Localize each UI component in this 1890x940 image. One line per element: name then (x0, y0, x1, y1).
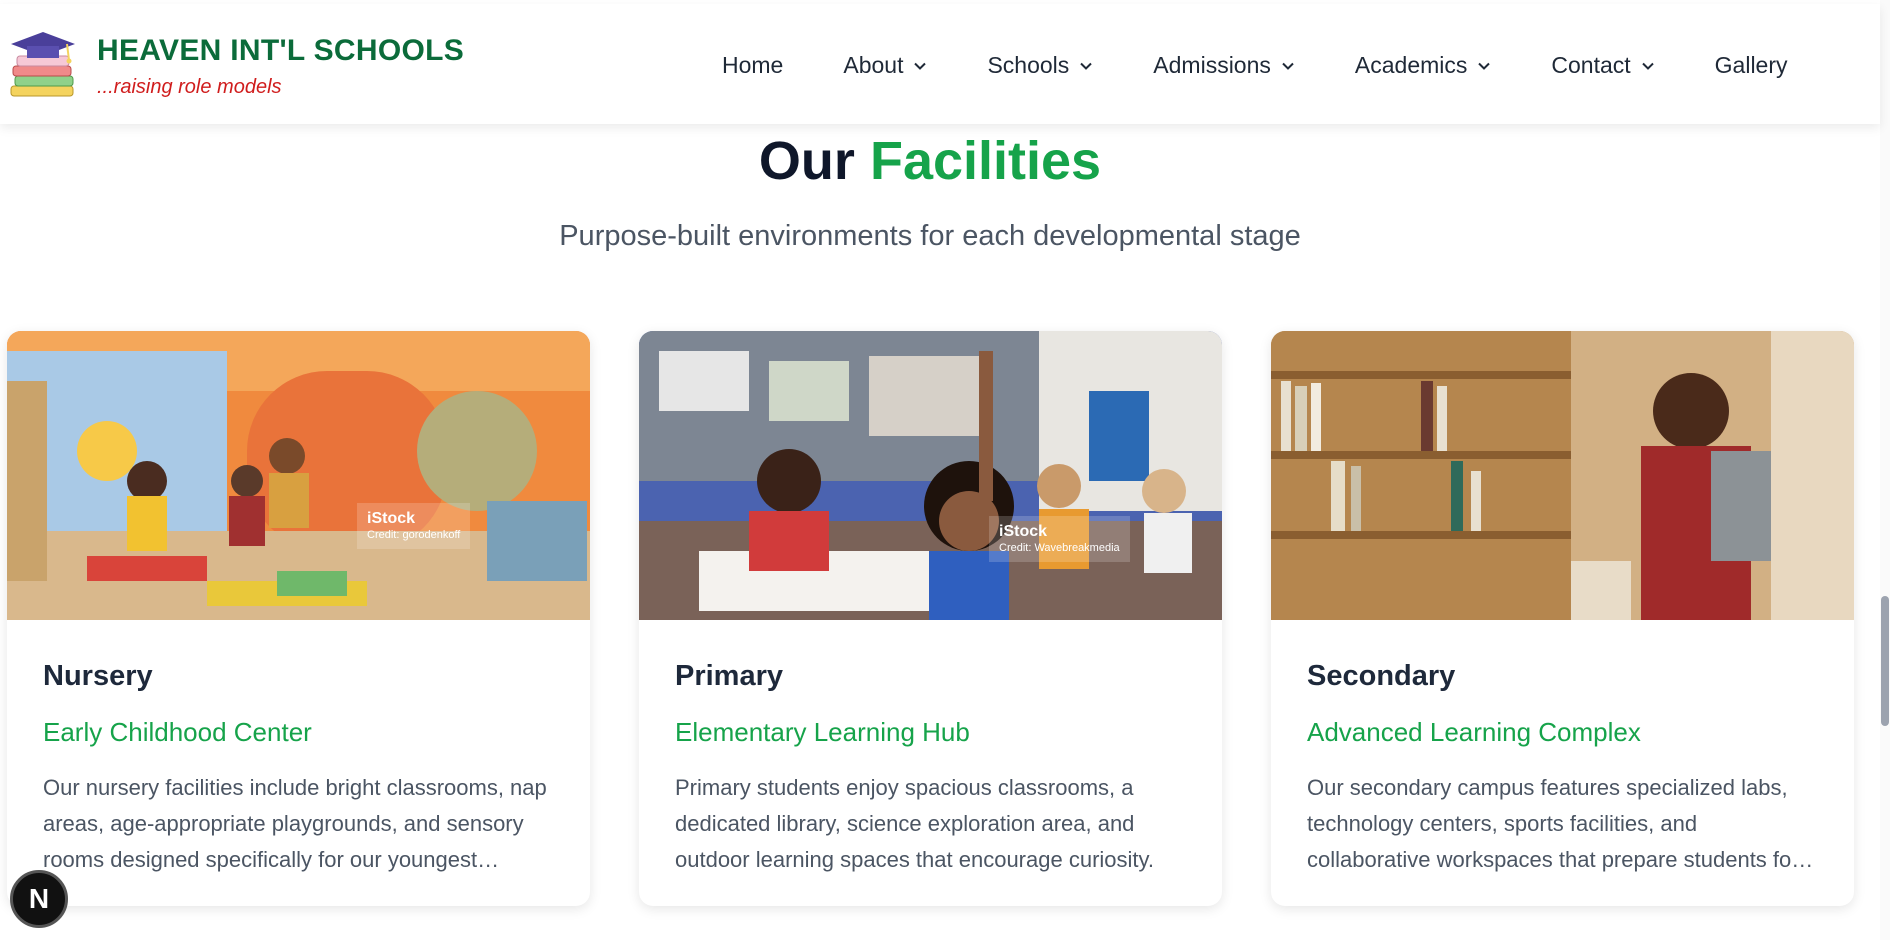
nursery-photo: iStock Credit: gorodenkoff (7, 331, 590, 620)
card-subtitle: Advanced Learning Complex (1307, 717, 1641, 747)
card-body: Secondary Advanced Learning Complex Our … (1271, 620, 1854, 878)
photo-watermark: iStock Credit: Wavebreakmedia (989, 516, 1130, 562)
card-description: Our nursery facilities include bright cl… (43, 775, 547, 872)
brand-name: HEAVEN INT'L SCHOOLS (97, 34, 465, 67)
graduation-cap-books-logo (10, 32, 75, 97)
watermark-brand: iStock (367, 510, 416, 527)
section-title: Our Facilities (0, 130, 1860, 192)
scrollbar-track[interactable] (1880, 0, 1890, 940)
site-header: HEAVEN INT'L SCHOOLS ...raising role mod… (0, 4, 1880, 124)
chevron-down-icon (914, 62, 927, 70)
floating-n-button[interactable]: N (10, 870, 68, 928)
nav-item-label: Schools (987, 52, 1070, 78)
nav-item-home[interactable]: Home (722, 52, 783, 79)
section-subtitle: Purpose-built environments for each deve… (559, 220, 1301, 252)
nav-item-label: Gallery (1714, 52, 1788, 78)
card-title: Primary (675, 660, 784, 692)
nav-item-label: Home (722, 52, 784, 78)
card-title: Nursery (43, 660, 153, 692)
card-subtitle: Elementary Learning Hub (675, 717, 970, 747)
card-subtitle: Early Childhood Center (43, 717, 312, 747)
brand-text: HEAVEN INT'L SCHOOLS ...raising role mod… (97, 34, 464, 99)
nav-item-about[interactable]: About (843, 52, 927, 79)
card-description: Primary students enjoy spacious classroo… (675, 775, 1154, 872)
nav-item-label: Admissions (1153, 52, 1271, 78)
brand-tagline: ...raising role models (97, 76, 282, 98)
nav-item-label: About (843, 52, 904, 78)
card-title: Secondary (1307, 660, 1456, 692)
nav-item-gallery[interactable]: Gallery (1715, 52, 1788, 79)
card-description: Our secondary campus features specialize… (1307, 775, 1799, 872)
scrollbar-thumb[interactable] (1881, 596, 1889, 726)
watermark-credit: Credit: gorodenkoff (367, 529, 461, 541)
secondary-photo (1271, 331, 1854, 620)
section-title-part1: Our (758, 131, 855, 191)
nav-item-label: Academics (1354, 52, 1468, 78)
photo-watermark: iStock Credit: gorodenkoff (357, 503, 471, 549)
watermark-credit: Credit: Wavebreakmedia (999, 542, 1120, 554)
chevron-down-icon (1282, 62, 1294, 70)
card-body: Nursery Early Childhood Center Our nurse… (7, 620, 590, 878)
main-nav: Home About Schools Admissions Academics … (722, 52, 1788, 79)
card-body: Primary Elementary Learning Hub Primary … (639, 620, 1222, 878)
page: HEAVEN INT'L SCHOOLS ...raising role mod… (0, 0, 1890, 940)
chevron-down-icon (1641, 62, 1654, 70)
nav-item-academics[interactable]: Academics (1355, 52, 1491, 79)
watermark-brand: iStock (999, 523, 1048, 540)
section-title-accent: Facilities (869, 131, 1102, 191)
nav-item-admissions[interactable]: Admissions (1153, 52, 1295, 79)
chevron-down-icon (1478, 62, 1491, 70)
brand[interactable]: HEAVEN INT'L SCHOOLS ...raising role mod… (7, 30, 464, 102)
nav-item-schools[interactable]: Schools (987, 52, 1093, 79)
facility-card-secondary[interactable]: Secondary Advanced Learning Complex Our … (1271, 331, 1854, 906)
nav-item-label: Contact (1551, 52, 1631, 78)
nav-item-contact[interactable]: Contact (1551, 52, 1654, 79)
primary-photo: iStock Credit: Wavebreakmedia (639, 331, 1222, 620)
chevron-down-icon (1080, 62, 1093, 70)
facility-card-primary[interactable]: iStock Credit: Wavebreakmedia Primary El… (639, 331, 1222, 906)
facility-card-nursery[interactable]: iStock Credit: gorodenkoff Nursery Early… (7, 331, 590, 906)
